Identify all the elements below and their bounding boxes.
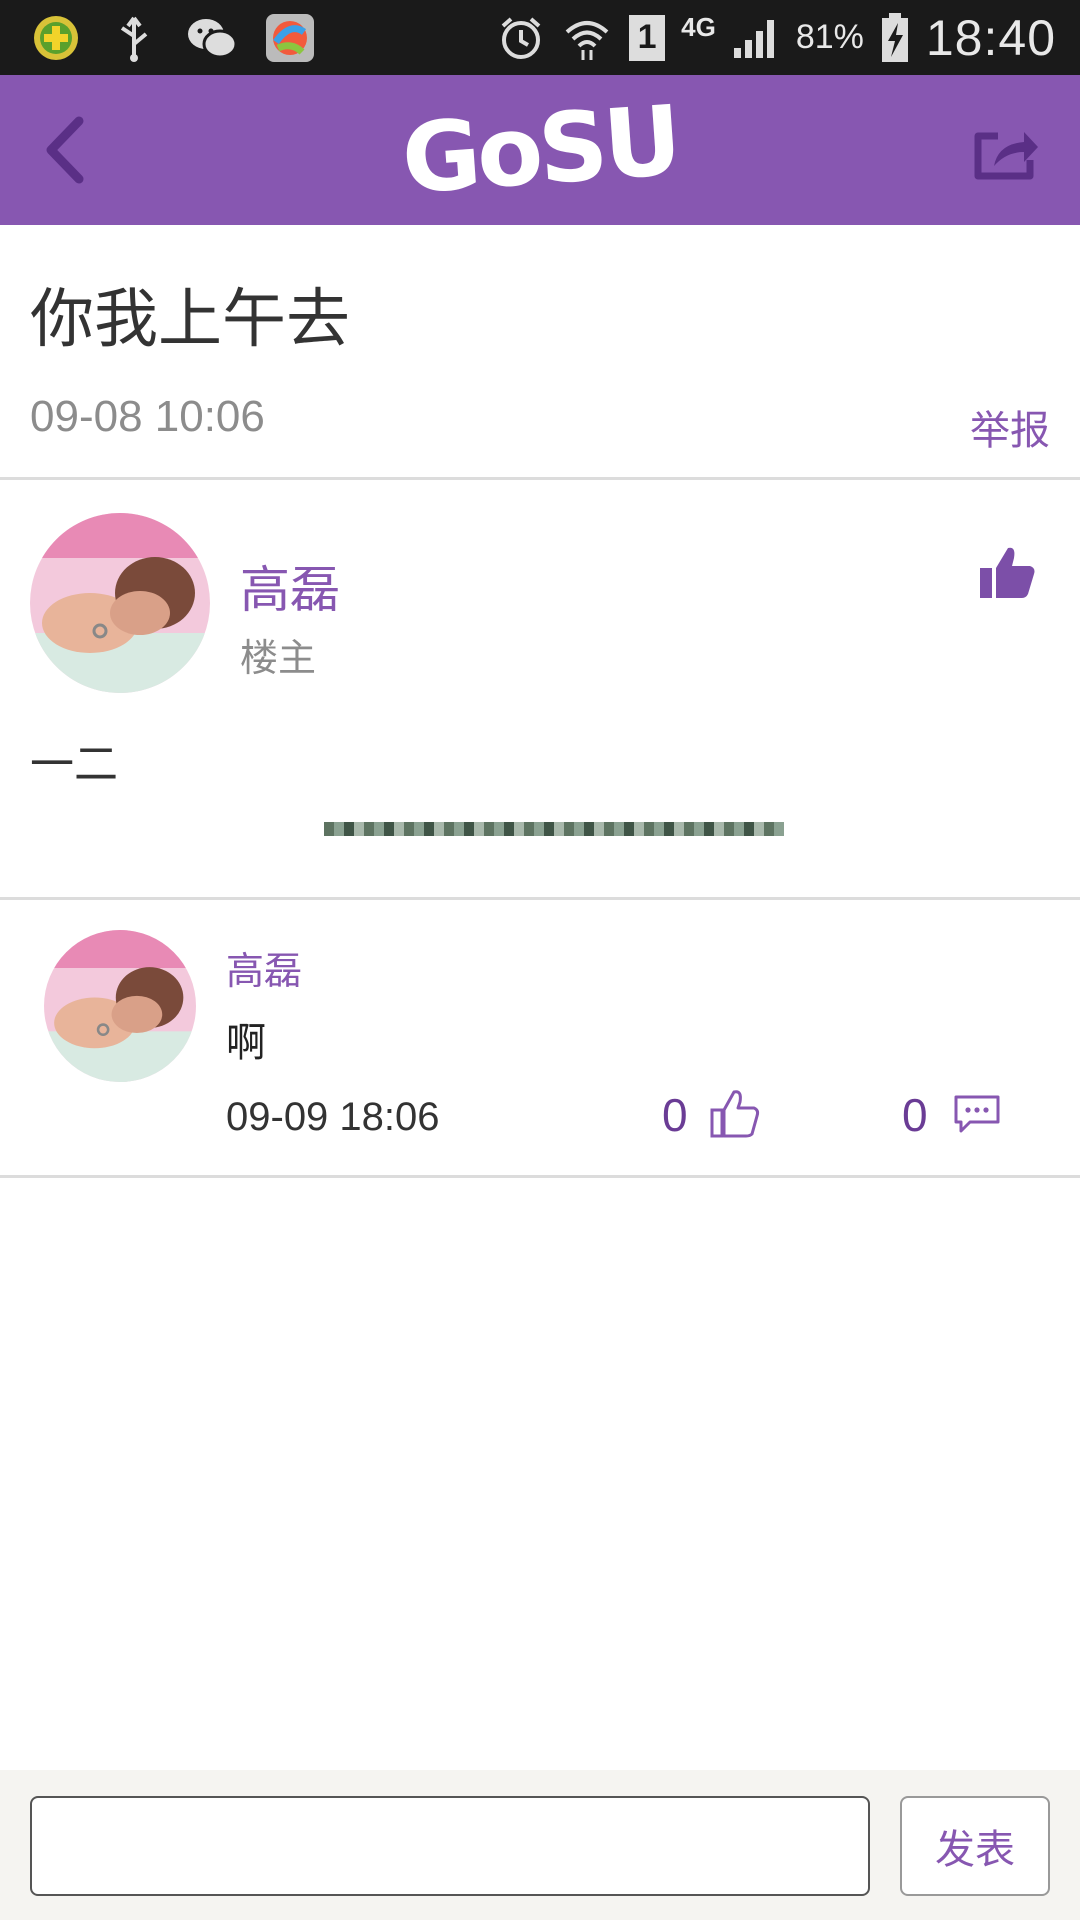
clock: 18:40	[925, 9, 1056, 66]
topic-title: 你我上午去	[30, 283, 350, 357]
reply-author-name[interactable]: 高磊	[226, 940, 302, 995]
battery-charging-icon	[878, 12, 912, 64]
gosu-logo: GoSU	[399, 75, 682, 225]
wifi-icon	[561, 12, 613, 64]
alarm-icon	[495, 12, 547, 64]
reply-timestamp: 09-09 18:06	[226, 1095, 440, 1139]
system-status: 1 4G 81% 18:40	[495, 0, 1056, 75]
reply-author-avatar[interactable]	[44, 930, 196, 1082]
usb-icon	[108, 12, 160, 64]
status-bar: 1 4G 81% 18:40	[0, 0, 1080, 75]
divider	[0, 1175, 1080, 1178]
author-name[interactable]: 高磊	[240, 550, 340, 622]
post-image[interactable]	[324, 822, 784, 836]
reply-like-count: 0	[662, 1089, 688, 1141]
comment-input[interactable]	[30, 1796, 870, 1896]
signal-icon	[730, 12, 782, 64]
thumbs-up-icon	[980, 547, 1035, 598]
game-center-icon	[264, 12, 316, 64]
reply-like-button[interactable]	[710, 1088, 760, 1140]
wechat-icon	[186, 12, 238, 64]
avatar-image	[44, 930, 196, 1082]
author-avatar[interactable]	[30, 513, 210, 693]
reply-text: 啊	[226, 1020, 266, 1066]
share-icon	[974, 132, 1038, 180]
topic-timestamp: 09-08 10:06	[30, 392, 265, 441]
report-button[interactable]: 举报	[970, 398, 1050, 456]
author-role-badge: 楼主	[240, 636, 317, 680]
thumbs-up-outline-icon	[710, 1090, 760, 1138]
app-bar: GoSU	[0, 75, 1080, 225]
like-button[interactable]	[978, 542, 1038, 602]
share-button[interactable]	[962, 107, 1052, 197]
reply-comment-count: 0	[902, 1089, 928, 1141]
submit-comment-button[interactable]: 发表	[900, 1796, 1050, 1896]
sim-icon: 1	[627, 12, 667, 64]
logo-text: GoSU	[398, 84, 682, 216]
network-type: 4G	[681, 12, 716, 42]
divider	[0, 897, 1080, 900]
battery-percent: 81%	[795, 18, 864, 56]
back-button[interactable]	[20, 105, 110, 195]
avatar-image	[30, 513, 210, 693]
chevron-left-icon	[46, 116, 84, 184]
notification-icons	[30, 10, 316, 66]
post-body: 一二	[30, 739, 118, 790]
sim-slot-label: 1	[629, 14, 666, 61]
reply-comment-button[interactable]	[952, 1094, 1002, 1134]
app-notification-icon	[30, 12, 82, 64]
comment-bubble-icon	[954, 1095, 1000, 1133]
divider	[0, 477, 1080, 480]
